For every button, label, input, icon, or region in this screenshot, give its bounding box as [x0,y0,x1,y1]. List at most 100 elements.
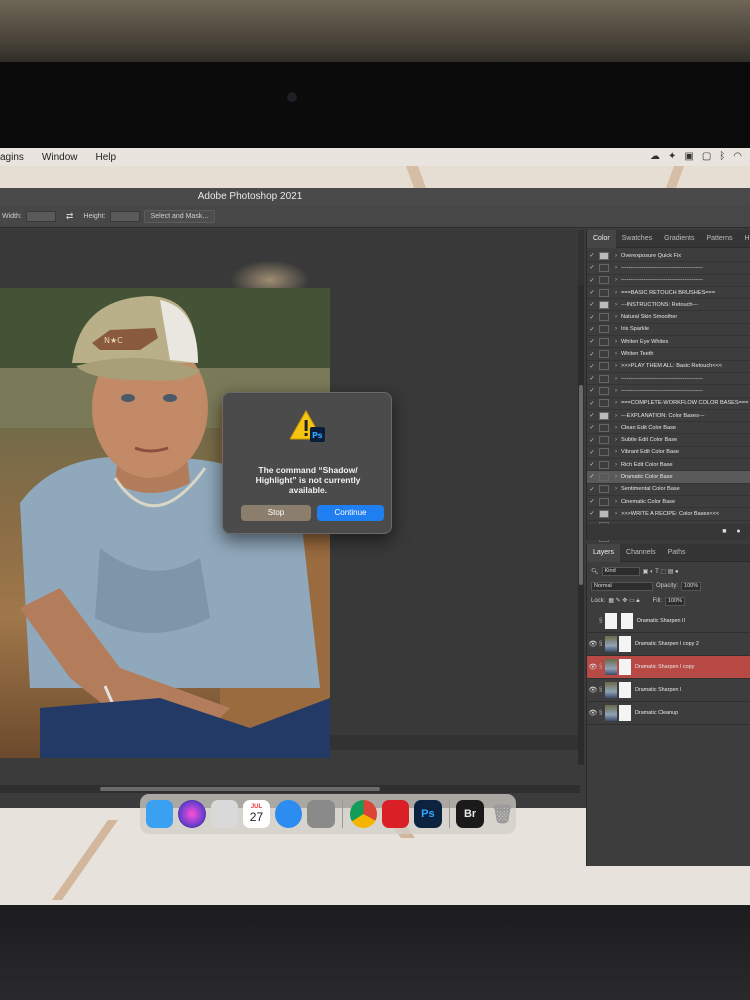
action-item[interactable]: ✓ › Whiten Eye Whites [587,336,750,349]
toggle-check-icon[interactable]: ✓ [587,264,597,271]
layer-mask-thumbnail[interactable] [621,613,633,629]
toggle-check-icon[interactable]: ✓ [587,289,597,296]
tab-color[interactable]: Color [587,229,616,248]
dialog-toggle-icon[interactable] [599,251,609,260]
dock-calendar-icon[interactable]: JUL 27 [242,800,271,828]
dialog-toggle-icon[interactable] [599,485,609,494]
layer-mask-thumbnail[interactable] [619,705,631,721]
expand-triangle-icon[interactable]: › [611,449,621,455]
layer-mask-thumbnail[interactable] [619,682,631,698]
toggle-check-icon[interactable]: ✓ [587,510,597,517]
expand-triangle-icon[interactable]: › [611,400,621,406]
wifi-icon[interactable]: ◠ [733,151,742,162]
toggle-check-icon[interactable]: ✓ [587,473,597,480]
dialog-toggle-icon[interactable] [599,497,609,506]
dialog-toggle-icon[interactable] [599,436,609,445]
visibility-eye-icon[interactable]: 👁︎ [587,663,599,671]
opacity-field[interactable]: 100% [681,581,702,591]
dock-finder-icon[interactable] [146,800,174,828]
menu-help[interactable]: Help [95,152,116,163]
expand-triangle-icon[interactable]: › [611,253,621,259]
dock-bridge-icon[interactable]: Br [456,800,484,828]
dialog-toggle-icon[interactable] [599,386,609,395]
action-item[interactable]: ✓ › ===COMPLETE-WORKFLOW COLOR BASES=== [587,398,750,410]
action-item[interactable]: ✓ › Clean Edit Color Base [587,422,750,435]
action-item[interactable]: ✓ › Sentimental Color Base [587,484,750,496]
dock-trash-icon[interactable]: 🗑︎ [489,800,516,828]
dialog-toggle-icon[interactable] [599,472,609,481]
expand-triangle-icon[interactable]: › [611,425,621,431]
expand-triangle-icon[interactable]: › [611,376,621,382]
toggle-check-icon[interactable]: ✓ [587,252,597,259]
dialog-toggle-icon[interactable] [599,300,609,309]
continue-button[interactable]: Continue [317,505,384,521]
vertical-scroll-thumb[interactable] [579,385,583,585]
toggle-check-icon[interactable]: ✓ [587,449,597,456]
expand-triangle-icon[interactable]: › [611,511,621,517]
dialog-toggle-icon[interactable] [599,448,609,457]
canvas-area[interactable]: N★C Ps The command “Shadow/ Highlight” i… [0,230,584,793]
expand-triangle-icon[interactable]: › [611,363,621,369]
toggle-check-icon[interactable]: ✓ [587,461,597,468]
layer-mask-thumbnail[interactable] [619,659,631,675]
dock-safari-icon[interactable] [275,800,303,828]
expand-triangle-icon[interactable]: › [611,388,621,394]
filter-icons[interactable]: ▣ ◐ T ⬚ ▤ ● [643,568,679,575]
tab-swatches[interactable]: Swatches [616,230,658,248]
action-item[interactable]: ✓ › Rich Edit Color Base [587,459,750,472]
dialog-toggle-icon[interactable] [599,362,609,371]
dialog-toggle-icon[interactable] [599,325,609,334]
layer-name[interactable]: Dramatic Sharpen I [635,687,681,693]
layer-row[interactable]: § Dramatic Sharpen II [587,610,750,633]
toggle-check-icon[interactable]: ✓ [587,301,597,308]
action-item[interactable]: ✓ › Natural Skin Smoother [587,311,750,324]
layer-name[interactable]: Dramatic Sharpen II [637,618,685,624]
dialog-toggle-icon[interactable] [599,374,609,383]
expand-triangle-icon[interactable]: › [611,474,621,480]
swap-icon[interactable]: ⇄ [66,211,74,222]
dock-creative-cloud-icon[interactable] [381,800,410,828]
action-item[interactable]: ✓ › Cinematic Color Base [587,496,750,509]
layer-name[interactable]: Dramatic Sharpen I copy [635,664,694,670]
tab-history[interactable]: History [739,230,750,248]
fill-field[interactable]: 100% [664,596,686,606]
toggle-check-icon[interactable]: ✓ [587,412,597,419]
tab-patterns[interactable]: Patterns [700,230,738,248]
expand-triangle-icon[interactable]: › [611,486,621,492]
document-canvas[interactable]: N★C Ps The command “Shadow/ Highlight” i… [0,230,578,758]
dialog-toggle-icon[interactable] [599,263,609,272]
app-status-icon[interactable]: ▣ [684,151,693,162]
dialog-toggle-icon[interactable] [599,423,609,432]
dialog-toggle-icon[interactable] [599,313,609,322]
layer-name[interactable]: Dramatic Cleanup [635,710,678,716]
toggle-check-icon[interactable]: ✓ [587,400,597,407]
action-item[interactable]: ✓ › Iris Sparkle [587,324,750,337]
action-item[interactable]: ✓ ›--------------------------------------… [587,262,750,275]
expand-triangle-icon[interactable]: › [611,351,621,357]
bluetooth-icon[interactable]: ᛒ [719,151,725,162]
toggle-check-icon[interactable]: ✓ [587,351,597,358]
action-item[interactable]: ✓ › Dramatic Color Base [587,471,750,484]
width-field[interactable] [25,211,56,222]
action-item[interactable]: ✓ › ===BASIC RETOUCH BRUSHES=== [587,287,750,300]
action-item[interactable]: ✓ › Whiten Teeth [587,348,750,361]
expand-triangle-icon[interactable]: › [611,499,621,505]
layer-row[interactable]: 👁︎ § Dramatic Sharpen I copy [587,656,750,679]
toggle-check-icon[interactable]: ✓ [587,486,597,493]
expand-triangle-icon[interactable]: › [611,302,621,308]
dock-launchpad-icon[interactable] [210,800,238,828]
vertical-scrollbar[interactable] [578,285,584,765]
expand-triangle-icon[interactable]: › [611,314,621,320]
toggle-check-icon[interactable]: ✓ [587,387,597,394]
menu-window[interactable]: Window [42,152,78,163]
dock-photoshop-icon[interactable]: Ps [414,800,442,828]
layer-row[interactable]: 👁︎ § Dramatic Sharpen I copy 2 [587,633,750,656]
action-item[interactable]: ✓ ›--------------------------------------… [587,385,750,398]
kind-filter[interactable]: Kind [601,566,640,576]
layer-row[interactable]: 👁︎ § Dramatic Cleanup [587,702,750,725]
tab-layers[interactable]: Layers [587,543,621,562]
layer-name[interactable]: Dramatic Sharpen I copy 2 [635,641,699,647]
menu-extra-icon[interactable]: ▢ [702,151,711,162]
expand-triangle-icon[interactable]: › [611,290,621,296]
action-item[interactable]: ✓ › ---EXPLANATION: Color Bases--- [587,410,750,423]
